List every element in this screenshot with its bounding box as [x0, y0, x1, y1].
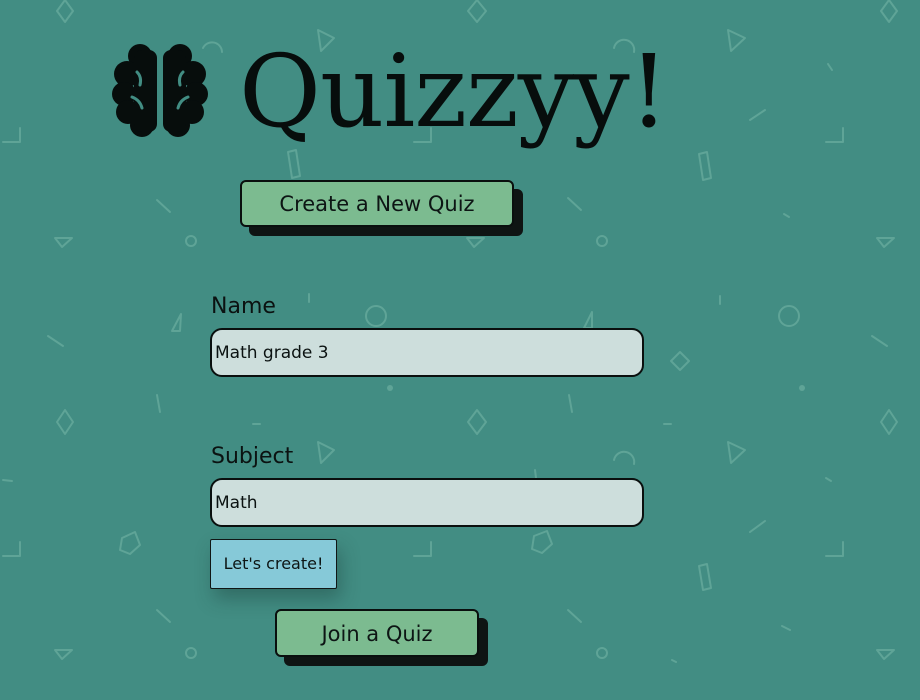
pattern-shape — [698, 151, 712, 181]
name-label: Name — [211, 294, 276, 319]
pattern-shape — [727, 441, 746, 464]
subject-input[interactable] — [210, 478, 644, 527]
pattern-shape — [568, 394, 573, 413]
pattern-shape — [825, 477, 832, 482]
pattern-shape — [583, 311, 593, 329]
pattern-shape — [156, 609, 171, 623]
name-input[interactable] — [210, 328, 644, 377]
pattern-shape — [534, 469, 537, 479]
subject-label: Subject — [211, 444, 294, 469]
pattern-shape — [567, 197, 582, 211]
pattern-shape — [185, 235, 197, 247]
pattern-shape — [871, 335, 888, 347]
pattern-shape — [2, 541, 21, 557]
pattern-shape — [876, 649, 895, 660]
pattern-shape — [413, 541, 432, 557]
pattern-shape — [596, 235, 608, 247]
pattern-shape — [727, 29, 746, 52]
pattern-shape — [47, 335, 64, 347]
join-quiz-button[interactable]: Join a Quiz — [275, 609, 479, 657]
pattern-shape — [171, 313, 182, 332]
pattern-shape — [670, 351, 690, 371]
lets-create-button[interactable]: Let's create! — [210, 539, 337, 589]
pattern-shape — [749, 520, 766, 533]
pattern-shape — [466, 237, 485, 248]
pattern-shape — [287, 149, 301, 179]
pattern-shape — [880, 409, 898, 435]
pattern-shape — [56, 0, 74, 23]
pattern-shape — [387, 385, 393, 391]
pattern-shape — [825, 541, 844, 557]
brain-icon — [112, 43, 208, 138]
pattern-shape — [531, 530, 553, 554]
pattern-shape — [596, 647, 608, 659]
pattern-shape — [2, 127, 21, 143]
pattern-shape — [827, 63, 833, 71]
pattern-shape — [54, 237, 73, 248]
pattern-shape — [54, 649, 73, 660]
pattern-shape — [749, 109, 766, 121]
pattern-shape — [567, 609, 582, 623]
pattern-shape — [467, 0, 487, 23]
pattern-shape — [880, 0, 898, 23]
pattern-shape — [698, 563, 712, 591]
pattern-shape — [317, 441, 335, 464]
pattern-shape — [467, 409, 487, 435]
pattern-shape — [778, 305, 800, 327]
pattern-shape — [783, 213, 790, 218]
pattern-shape — [185, 647, 197, 659]
pattern-shape — [365, 305, 387, 327]
pattern-shape — [2, 479, 13, 482]
app-title: Quizzyy! — [239, 33, 669, 150]
pattern-shape — [671, 659, 677, 663]
pattern-shape — [156, 394, 161, 413]
pattern-shape — [825, 127, 844, 143]
pattern-shape — [56, 409, 74, 435]
pattern-shape — [613, 450, 636, 465]
pattern-shape — [799, 385, 805, 391]
pattern-shape — [876, 237, 895, 248]
pattern-shape — [119, 531, 141, 555]
pattern-shape — [156, 199, 171, 213]
create-quiz-button[interactable]: Create a New Quiz — [240, 180, 514, 227]
pattern-shape — [781, 625, 791, 631]
